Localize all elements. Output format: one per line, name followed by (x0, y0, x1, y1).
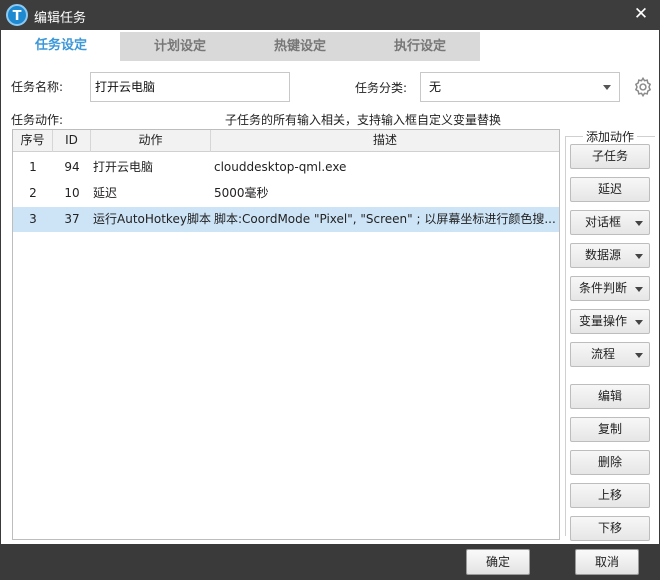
variable-hint-text: 子任务的所有输入相关，支持输入框自定义变量替换 (225, 113, 502, 127)
task-actions-label: 任务动作: (11, 113, 64, 127)
add-flow-label: 流程 (590, 347, 615, 361)
add-datasource-label: 数据源 (584, 248, 621, 262)
add-dialog-button[interactable]: 对话框 (570, 210, 650, 235)
table-row-selected[interactable]: 3 37 运行AutoHotkey脚本 脚本:CoordMode "Pixel"… (13, 207, 559, 232)
actions-table: 序号 ID 动作 描述 1 94 打开云电脑 clouddesktop-qml.… (12, 129, 560, 540)
ok-button[interactable]: 确定 (466, 549, 530, 575)
task-name-label: 任务名称: (11, 80, 64, 94)
cell-id: 94 (64, 160, 80, 174)
chevron-down-icon (635, 221, 643, 226)
chevron-down-icon (635, 287, 643, 292)
cell-seq: 1 (29, 160, 37, 174)
table-row[interactable]: 1 94 打开云电脑 clouddesktop-qml.exe (13, 155, 559, 180)
table-header: 序号 ID 动作 描述 (13, 130, 559, 152)
column-header-id[interactable]: ID (53, 130, 91, 152)
dialog-footer: 确定 取消 (0, 544, 660, 580)
task-name-input[interactable]: 打开云电脑 (90, 72, 290, 102)
cell-action: 运行AutoHotkey脚本 (93, 212, 211, 226)
cell-id: 10 (64, 186, 80, 200)
cell-seq: 3 (29, 212, 37, 226)
chevron-down-icon (635, 254, 643, 259)
tab-schedule-settings[interactable]: 计划设定 (120, 32, 240, 61)
edit-button[interactable]: 编辑 (570, 384, 650, 409)
column-header-action[interactable]: 动作 (91, 130, 211, 152)
app-logo-icon: T (6, 4, 28, 26)
delete-button[interactable]: 删除 (570, 450, 650, 475)
close-icon[interactable]: ✕ (632, 5, 650, 23)
cell-action: 打开云电脑 (93, 160, 154, 174)
add-datasource-button[interactable]: 数据源 (570, 243, 650, 268)
dialog-body: 任务设定 计划设定 热键设定 执行设定 任务名称: 打开云电脑 任务分类: 无 … (1, 30, 659, 544)
task-category-label: 任务分类: (355, 81, 408, 95)
cell-id: 37 (64, 212, 80, 226)
window-title: 编辑任务 (34, 11, 87, 26)
add-dialog-label: 对话框 (584, 215, 621, 229)
column-header-description[interactable]: 描述 (211, 130, 559, 152)
add-variable-label: 变量操作 (578, 314, 627, 328)
cancel-button[interactable]: 取消 (575, 549, 639, 575)
cell-description: clouddesktop-qml.exe (214, 160, 347, 174)
add-subtask-button[interactable]: 子任务 (570, 144, 650, 169)
add-condition-label: 条件判断 (578, 281, 627, 295)
gear-icon[interactable] (632, 76, 654, 98)
add-delay-button[interactable]: 延迟 (570, 177, 650, 202)
add-flow-button[interactable]: 流程 (570, 342, 650, 367)
table-row[interactable]: 2 10 延迟 5000毫秒 (13, 181, 559, 206)
move-up-button[interactable]: 上移 (570, 483, 650, 508)
move-down-button[interactable]: 下移 (570, 516, 650, 541)
cell-description: 脚本:CoordMode "Pixel", "Screen" ; 以屏幕坐标进行… (214, 212, 556, 226)
tab-execution-settings[interactable]: 执行设定 (360, 32, 480, 61)
title-bar: T 编辑任务 ✕ (0, 0, 660, 30)
chevron-down-icon (603, 85, 611, 90)
column-header-seq[interactable]: 序号 (13, 130, 53, 152)
tab-task-settings[interactable]: 任务设定 (1, 30, 121, 61)
task-category-value: 无 (429, 80, 442, 94)
task-category-select[interactable]: 无 (420, 72, 620, 102)
cell-seq: 2 (29, 186, 37, 200)
cell-description: 5000毫秒 (214, 186, 269, 200)
add-variable-button[interactable]: 变量操作 (570, 309, 650, 334)
tab-bar: 任务设定 计划设定 热键设定 执行设定 (1, 30, 659, 61)
copy-button[interactable]: 复制 (570, 417, 650, 442)
chevron-down-icon (635, 353, 643, 358)
add-actions-title: 添加动作 (583, 128, 638, 145)
cell-action: 延迟 (93, 186, 118, 200)
add-condition-button[interactable]: 条件判断 (570, 276, 650, 301)
tab-hotkey-settings[interactable]: 热键设定 (240, 32, 360, 61)
chevron-down-icon (635, 320, 643, 325)
